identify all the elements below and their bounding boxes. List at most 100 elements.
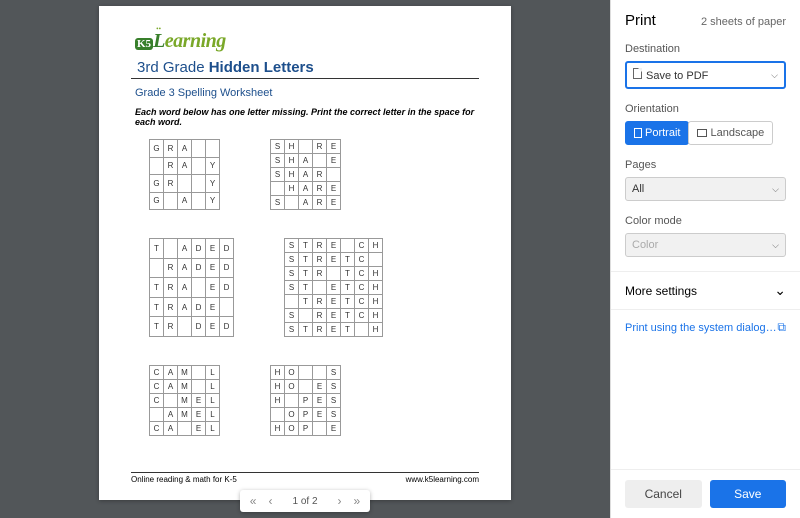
letter-cell: M bbox=[178, 380, 192, 394]
letter-cell: S bbox=[285, 323, 299, 337]
color-mode-select[interactable]: Color ⌵ bbox=[625, 233, 786, 257]
letter-cell: A bbox=[164, 366, 178, 380]
letter-cell: R bbox=[313, 295, 327, 309]
letter-cell: E bbox=[327, 422, 341, 436]
letter-cell bbox=[192, 380, 206, 394]
letter-cell: A bbox=[178, 297, 192, 317]
letter-cell: C bbox=[355, 267, 369, 281]
sheet-count: 2 sheets of paper bbox=[701, 16, 786, 28]
letter-cell bbox=[327, 267, 341, 281]
letter-cell: S bbox=[285, 267, 299, 281]
letter-cell: H bbox=[369, 323, 383, 337]
next-page-button[interactable]: › bbox=[332, 492, 348, 510]
letter-cell: Y bbox=[206, 157, 220, 175]
letter-cell: E bbox=[313, 394, 327, 408]
letter-cell bbox=[299, 380, 313, 394]
worksheet-instructions: Each word below has one letter missing. … bbox=[135, 107, 475, 127]
letter-cell: H bbox=[369, 309, 383, 323]
chevron-down-icon: ⌵ bbox=[772, 240, 779, 251]
letter-cell: R bbox=[164, 258, 178, 278]
document-page: K5••Learning 3rd Grade Hidden Letters Gr… bbox=[99, 6, 511, 500]
letter-cell: T bbox=[341, 253, 355, 267]
print-preview-area: K5••Learning 3rd Grade Hidden Letters Gr… bbox=[0, 0, 610, 518]
letter-cell: P bbox=[299, 394, 313, 408]
save-button[interactable]: Save bbox=[710, 480, 787, 508]
letter-cell: C bbox=[150, 380, 164, 394]
letter-cell: T bbox=[299, 239, 313, 253]
letter-cell: S bbox=[271, 140, 285, 154]
letter-cell: E bbox=[327, 196, 341, 210]
letter-cell: R bbox=[313, 239, 327, 253]
letter-cell: D bbox=[220, 317, 234, 337]
letter-cell bbox=[271, 408, 285, 422]
landscape-button[interactable]: Landscape bbox=[688, 121, 773, 145]
letter-cell bbox=[285, 394, 299, 408]
letter-cell: H bbox=[285, 168, 299, 182]
letter-cell: S bbox=[327, 394, 341, 408]
letter-cell: T bbox=[150, 297, 164, 317]
letter-cell bbox=[150, 258, 164, 278]
letter-cell: A bbox=[178, 157, 192, 175]
letter-cell: T bbox=[150, 278, 164, 298]
pages-select[interactable]: All ⌵ bbox=[625, 177, 786, 201]
letter-cell: T bbox=[299, 267, 313, 281]
letter-cell: T bbox=[299, 295, 313, 309]
letter-cell: E bbox=[327, 239, 341, 253]
print-settings-panel: Print 2 sheets of paper Destination Save… bbox=[610, 0, 800, 518]
k5-learning-logo: K5••Learning bbox=[135, 30, 479, 53]
letter-cell: T bbox=[299, 281, 313, 295]
letter-cell: T bbox=[341, 281, 355, 295]
orientation-label: Orientation bbox=[625, 103, 786, 115]
color-mode-label: Color mode bbox=[625, 215, 786, 227]
first-page-button[interactable]: « bbox=[244, 492, 263, 510]
letter-grid: HOSHOESHPESOPESHOPE bbox=[270, 365, 341, 436]
letter-cell: S bbox=[271, 196, 285, 210]
footer-left: Online reading & math for K-5 bbox=[131, 475, 237, 484]
letter-cell: M bbox=[178, 408, 192, 422]
worksheet-subtitle: Grade 3 Spelling Worksheet bbox=[135, 87, 479, 99]
letter-cell: A bbox=[299, 196, 313, 210]
prev-page-button[interactable]: ‹ bbox=[262, 492, 278, 510]
letter-cell: E bbox=[192, 422, 206, 436]
letter-cell bbox=[313, 366, 327, 380]
letter-cell: A bbox=[299, 182, 313, 196]
letter-cell: E bbox=[327, 295, 341, 309]
letter-cell: L bbox=[206, 422, 220, 436]
letter-cell: L bbox=[206, 408, 220, 422]
letter-cell bbox=[313, 422, 327, 436]
chevron-down-icon: ⌵ bbox=[771, 70, 778, 81]
destination-select[interactable]: Save to PDF ⌵ bbox=[625, 61, 786, 89]
letter-cell: Y bbox=[206, 192, 220, 210]
letter-cell: L bbox=[206, 366, 220, 380]
letter-cell: Y bbox=[206, 175, 220, 193]
letter-cell: S bbox=[327, 366, 341, 380]
letter-cell: S bbox=[285, 253, 299, 267]
letter-cell: H bbox=[285, 182, 299, 196]
letter-cell: A bbox=[178, 278, 192, 298]
letter-cell: P bbox=[299, 422, 313, 436]
letter-cell bbox=[327, 168, 341, 182]
portrait-button[interactable]: Portrait bbox=[625, 121, 689, 145]
letter-cell bbox=[369, 253, 383, 267]
chevron-down-icon: ⌵ bbox=[772, 184, 779, 195]
letter-cell bbox=[192, 278, 206, 298]
grid-row: TADEDRADEDTRAEDTRADETRDEDSTRECHSTRETCSTR… bbox=[149, 238, 479, 337]
external-link-icon: ⧉ bbox=[777, 320, 786, 335]
letter-cell: E bbox=[327, 309, 341, 323]
letter-cell: D bbox=[192, 297, 206, 317]
cancel-button[interactable]: Cancel bbox=[625, 480, 702, 508]
letter-cell bbox=[192, 157, 206, 175]
last-page-button[interactable]: » bbox=[348, 492, 367, 510]
letter-cell: E bbox=[206, 278, 220, 298]
system-dialog-link[interactable]: Print using the system dialog… ⧉ bbox=[611, 310, 800, 345]
letter-cell bbox=[299, 140, 313, 154]
letter-cell: T bbox=[299, 253, 313, 267]
more-settings-toggle[interactable]: More settings ⌄ bbox=[611, 271, 800, 310]
letter-cell: E bbox=[206, 239, 220, 259]
letter-cell: A bbox=[178, 140, 192, 158]
letter-cell bbox=[150, 408, 164, 422]
letter-cell: R bbox=[313, 196, 327, 210]
panel-header: Print 2 sheets of paper bbox=[611, 0, 800, 39]
letter-cell: S bbox=[285, 239, 299, 253]
letter-cell: M bbox=[178, 394, 192, 408]
